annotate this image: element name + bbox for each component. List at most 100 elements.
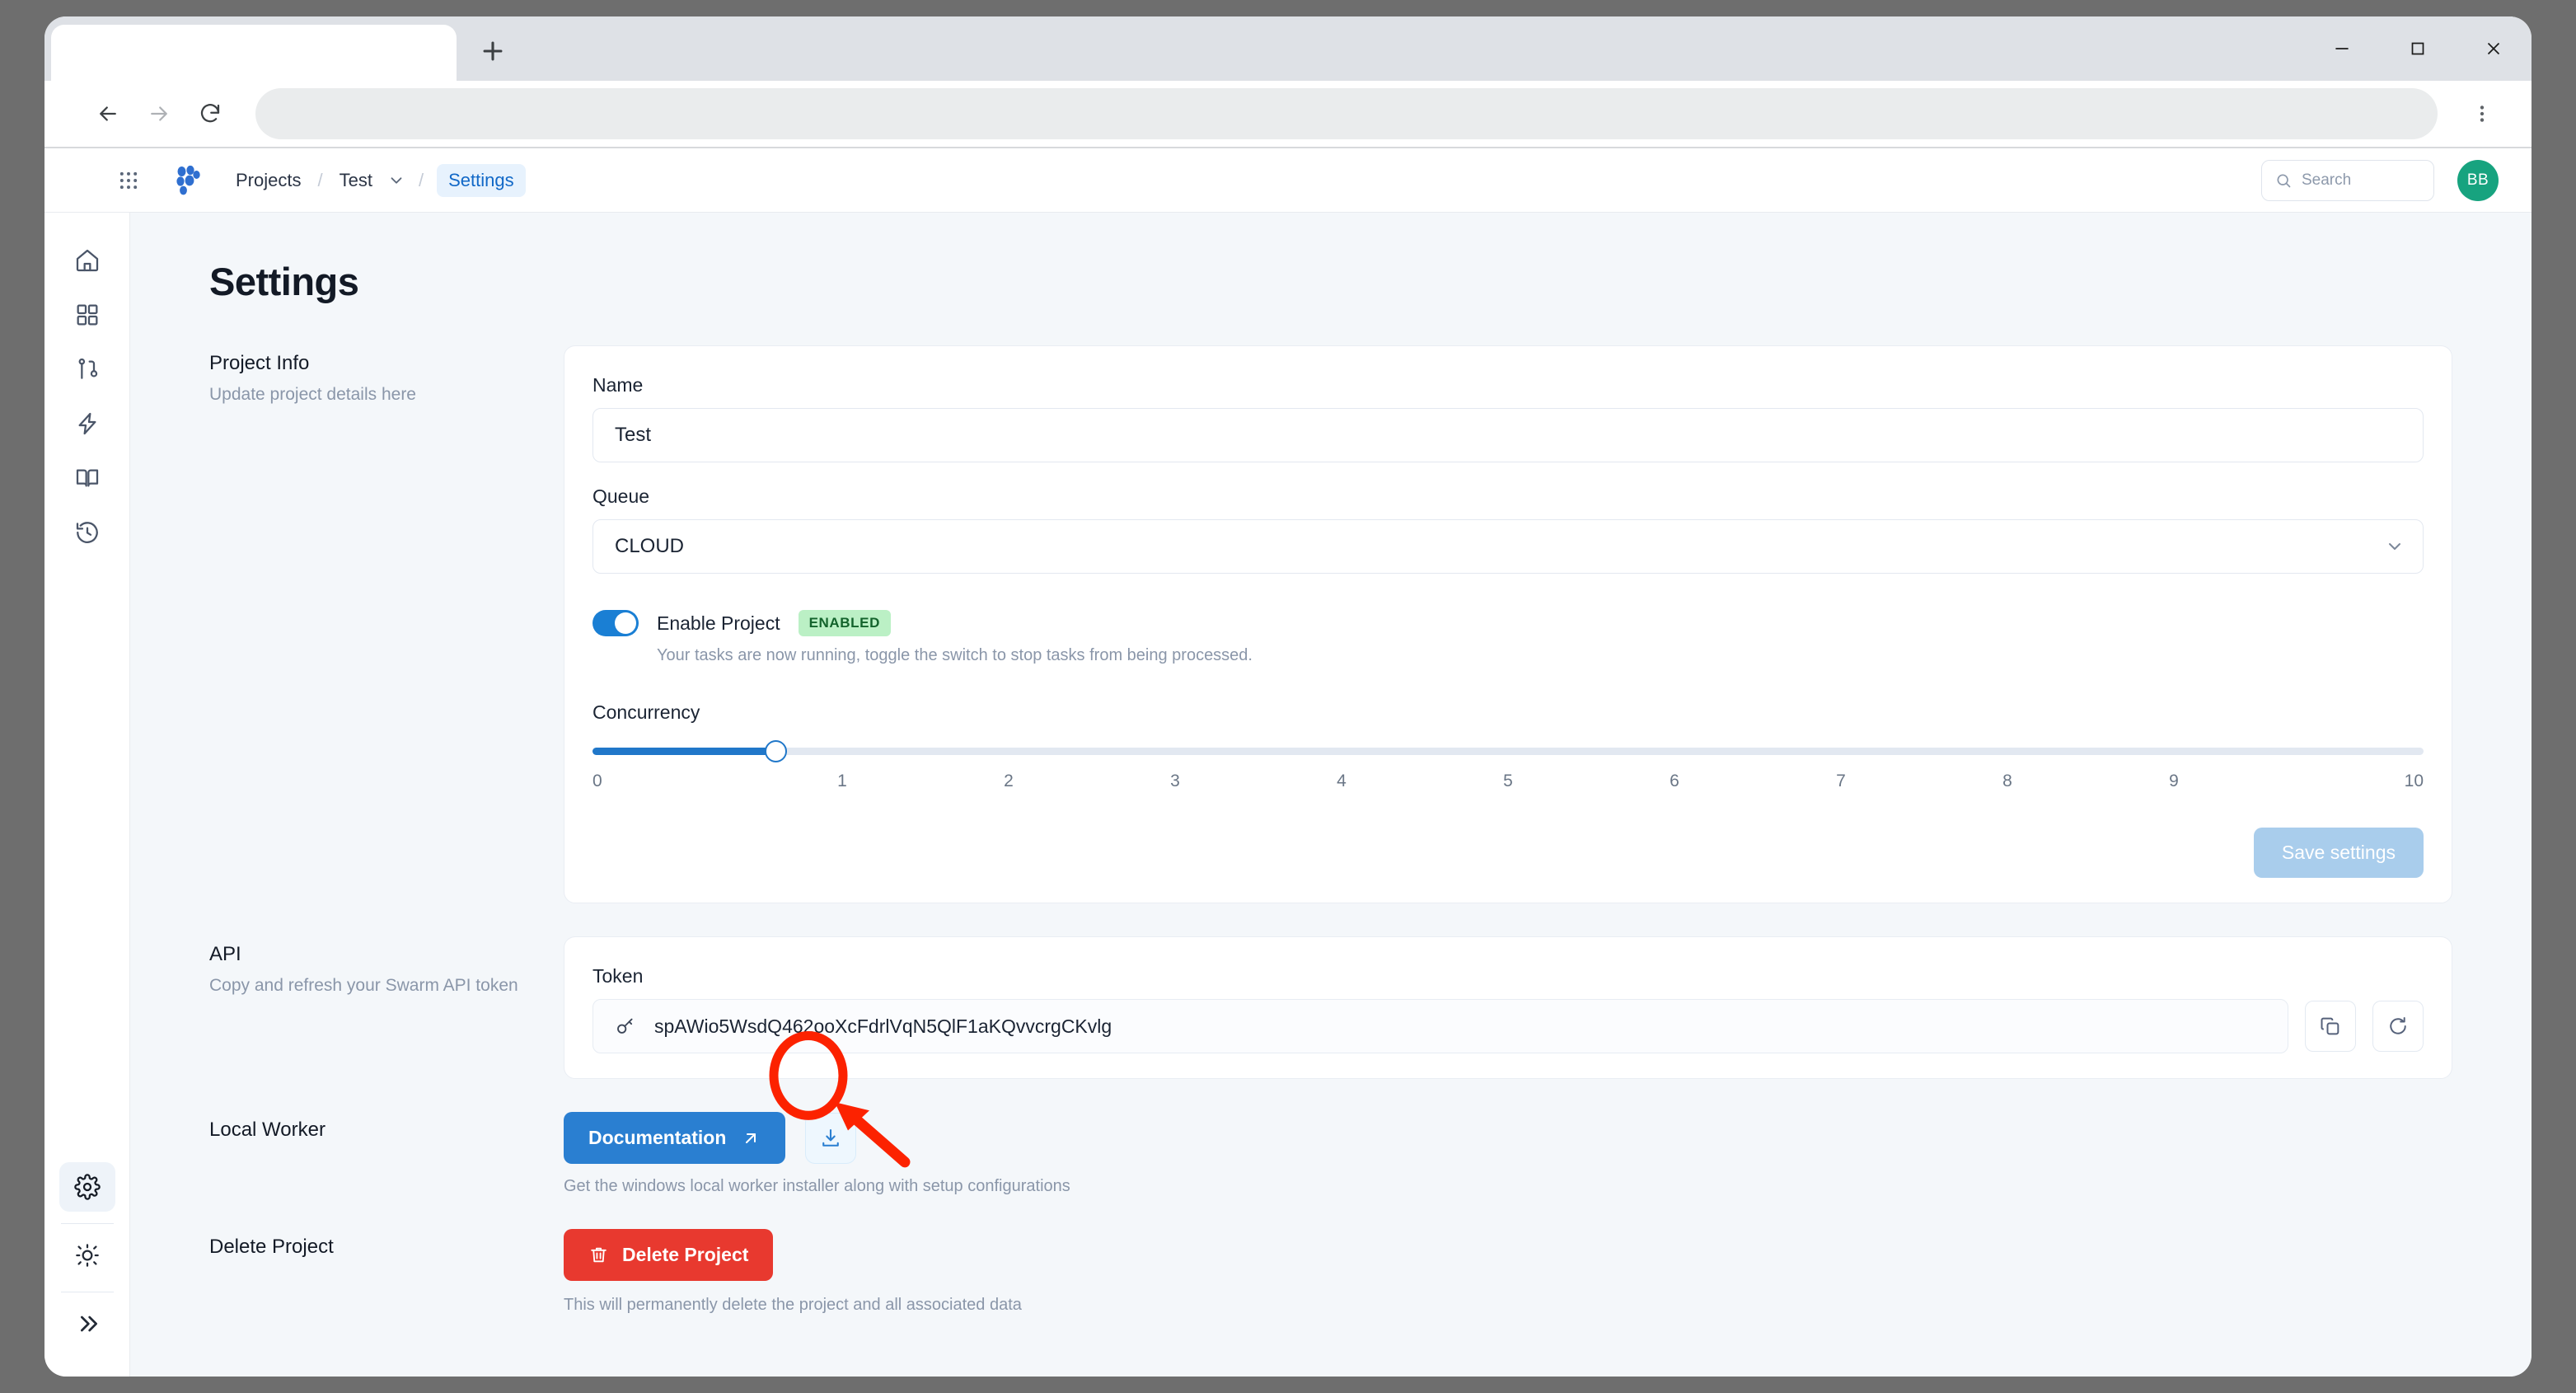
git-branch-icon [78, 358, 97, 379]
api-token-field[interactable]: spAWio5WsdQ462ooXcFdrlVqN5QlF1aKQvvcrgCK… [592, 999, 2288, 1053]
search-input[interactable]: Search [2261, 159, 2434, 201]
key-icon [617, 1018, 633, 1034]
local-worker-hint: Get the windows local worker installer a… [564, 1177, 1070, 1195]
browser-toolbar [44, 81, 2532, 148]
tick-9: 9 [2169, 772, 2179, 790]
slider-track [592, 748, 2424, 755]
sidebar-item-theme[interactable] [59, 1231, 115, 1280]
sidebar-divider-1 [60, 1223, 114, 1224]
tick-1: 1 [837, 772, 847, 790]
delete-project-label: Delete Project [622, 1244, 749, 1265]
forward-button[interactable] [133, 88, 185, 139]
search-icon [2277, 174, 2291, 187]
documentation-button[interactable]: Documentation [564, 1112, 786, 1164]
concurrency-label: Concurrency [592, 701, 700, 723]
breadcrumb-item-settings[interactable]: Settings [437, 163, 526, 197]
sidebar-item-automations[interactable] [59, 399, 115, 448]
tick-8: 8 [2002, 772, 2012, 790]
browser-tab[interactable] [51, 25, 457, 81]
project-name-value: Test [615, 424, 652, 446]
queue-select[interactable]: CLOUD [592, 519, 2424, 574]
section-title: Local Worker [209, 1119, 326, 1141]
chevrons-right-icon [80, 1316, 97, 1332]
main-content: Settings Project Info Update project det… [130, 213, 2532, 1377]
address-bar[interactable] [255, 88, 2438, 139]
gear-icon [73, 1174, 101, 1200]
tick-0: 0 [592, 772, 602, 790]
local-worker-actions: Documentation [564, 1112, 2452, 1164]
sidebar-bottom [59, 1162, 115, 1377]
search-placeholder: Search [2302, 171, 2352, 189]
left-sidebar [44, 213, 130, 1377]
save-settings-button[interactable]: Save settings [2253, 828, 2424, 878]
section-api-body: Token spAWio5WsdQ462ooXcFdrlVqN5QlF1aKQv… [564, 936, 2452, 1079]
copy-icon [2321, 1017, 2339, 1035]
project-switcher-button[interactable] [387, 171, 405, 190]
section-subtitle: Copy and refresh your Swarm API token [209, 976, 518, 995]
tick-2: 2 [1004, 772, 1014, 790]
download-installer-button[interactable] [805, 1112, 857, 1164]
section-title: Project Info [209, 352, 310, 374]
desktop-background: Projects / Test / Settings Search BB Set… [0, 0, 2576, 1393]
tick-3: 3 [1170, 772, 1180, 790]
reload-icon [200, 104, 220, 123]
apps-grid-button[interactable] [97, 169, 160, 192]
api-token-value: spAWio5WsdQ462ooXcFdrlVqN5QlF1aKQvvcrgCK… [654, 1015, 1112, 1037]
section-delete-project-body: Delete Project This will permanently del… [564, 1229, 2452, 1315]
refresh-icon [2390, 1016, 2406, 1034]
sidebar-expand-button[interactable] [59, 1299, 115, 1348]
maximize-button[interactable] [2380, 16, 2456, 81]
project-name-input[interactable]: Test [592, 408, 2424, 462]
delete-project-button[interactable]: Delete Project [564, 1229, 774, 1281]
delete-project-hint: This will permanently delete the project… [564, 1296, 1022, 1314]
documentation-label: Documentation [588, 1127, 727, 1148]
chevron-down-icon [2389, 543, 2400, 550]
forward-arrow-icon [151, 106, 167, 121]
back-button[interactable] [82, 88, 133, 139]
section-project-info: Project Info Update project details here… [209, 345, 2452, 903]
sidebar-item-docs[interactable] [59, 453, 115, 503]
token-label: Token [592, 965, 644, 987]
grid-icon [77, 304, 97, 326]
api-card: Token spAWio5WsdQ462ooXcFdrlVqN5QlF1aKQv… [564, 936, 2452, 1079]
enable-project-toggle[interactable] [592, 610, 639, 636]
breadcrumb-item-projects[interactable]: Projects [232, 165, 304, 196]
breadcrumb-item-test[interactable]: Test [336, 165, 376, 196]
copy-token-button[interactable] [2305, 1001, 2356, 1052]
new-tab-button[interactable] [465, 23, 521, 79]
close-button[interactable] [2456, 16, 2532, 81]
enable-project-hint: Your tasks are now running, toggle the s… [657, 646, 1253, 664]
app-logo[interactable] [171, 164, 204, 197]
reload-button[interactable] [185, 88, 236, 139]
page-title: Settings [209, 260, 359, 303]
sidebar-item-dashboard[interactable] [59, 290, 115, 340]
refresh-token-button[interactable] [2372, 1001, 2424, 1052]
section-api: API Copy and refresh your Swarm API toke… [209, 936, 2452, 1079]
breadcrumb: Projects / Test / Settings [232, 163, 526, 197]
swarm-logo-icon [176, 165, 200, 195]
concurrency-slider[interactable] [592, 740, 2424, 762]
browser-menu-button[interactable] [2457, 88, 2507, 139]
project-info-actions: Save settings [592, 828, 2424, 878]
slider-thumb[interactable] [765, 740, 788, 762]
sidebar-item-pipelines[interactable] [59, 345, 115, 394]
minimize-button[interactable] [2304, 16, 2380, 81]
breadcrumb-separator: / [317, 169, 323, 190]
sidebar-item-home[interactable] [59, 236, 115, 285]
queue-value: CLOUD [615, 535, 685, 557]
tick-7: 7 [1836, 772, 1846, 790]
history-icon [76, 522, 98, 543]
download-icon [822, 1128, 840, 1147]
section-local-worker-body: Documentation Get the windows local work… [564, 1112, 2452, 1196]
plus-icon [483, 41, 503, 61]
settings-page: Settings Project Info Update project det… [130, 213, 2532, 1315]
section-project-info-meta: Project Info Update project details here [209, 345, 564, 406]
trash-icon [591, 1247, 607, 1263]
sidebar-item-history[interactable] [59, 508, 115, 557]
avatar[interactable]: BB [2457, 159, 2499, 201]
sidebar-item-settings[interactable] [59, 1162, 115, 1212]
book-icon [76, 469, 98, 487]
enable-project-label: Enable Project [657, 612, 780, 634]
header-right-cluster: Search BB [2261, 159, 2499, 201]
minimize-icon [2335, 48, 2349, 49]
